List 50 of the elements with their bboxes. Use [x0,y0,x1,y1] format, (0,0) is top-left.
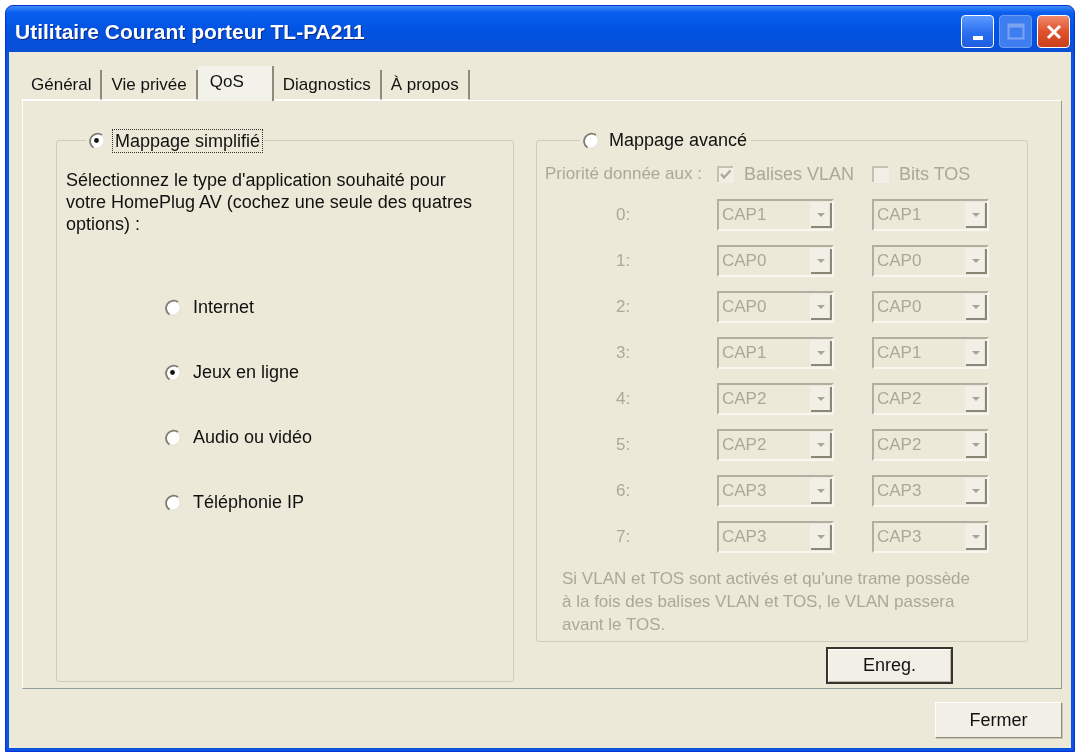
option-label[interactable]: Audio ou vidéo [193,423,313,451]
close-button[interactable] [1037,15,1070,48]
maximize-icon [1006,23,1025,40]
tab[interactable]: Diagnostics [273,70,382,100]
tab[interactable]: Général [22,70,103,100]
caret-icon [965,202,987,228]
caret-icon [810,478,832,504]
priority-level-label: 0: [616,205,631,225]
option-label[interactable]: Mappage simplifié [113,129,263,152]
radio-icon[interactable] [164,298,181,316]
caret-icon [810,294,832,320]
option-label[interactable]: Jeux en ligne [193,358,300,386]
radio-icon[interactable] [164,428,181,446]
close-dialog-button[interactable]: Fermer [935,702,1062,738]
caret-icon [810,524,832,550]
radio-icon[interactable] [164,363,181,381]
caret-icon [965,432,987,458]
radio-icon[interactable] [164,493,181,511]
radio-icon[interactable] [88,132,105,149]
minimize-icon [972,35,983,40]
option-label[interactable]: Internet [193,293,255,321]
priority-level-label: 2: [616,297,631,317]
caret-icon [965,386,987,412]
caret-icon [810,432,832,458]
caret-icon [810,340,832,366]
priority-level-label: 6: [616,481,631,501]
caret-icon [965,524,987,550]
priority-level-label: 5: [616,435,631,455]
caret-icon [810,202,832,228]
priority-level-label: 1: [616,251,631,271]
save-button[interactable]: Enreg. [826,647,953,684]
tab[interactable]: À propos [381,70,470,100]
tab[interactable]: QoS [197,66,274,101]
caret-icon [965,340,987,366]
priority-level-label: 4: [616,389,631,409]
option-label[interactable]: Téléphonie IP [193,488,305,516]
note-text: Si VLAN et TOS sont activés et qu'une trame possède à la fois des balises VLAN et TOS, le VLAN passera avant le TOS. [562,568,971,636]
window-title: Utilitaire Courant porteur TL-PA211 [15,18,365,45]
priority-label: Priorité donnée aux : [545,163,703,186]
tab[interactable]: Vie privée [102,70,198,100]
caret-icon [965,478,987,504]
priority-level-label: 3: [616,343,631,363]
caret-icon [810,248,832,274]
instructions-text: Sélectionnez le type d'application souhaité pour votre HomePlug AV (cochez une seule des quatres options) : [66,169,473,235]
minimize-button[interactable] [961,15,994,48]
priority-level-label: 7: [616,527,631,547]
close-icon [1045,23,1062,40]
caret-icon [965,294,987,320]
caret-icon [965,248,987,274]
caret-icon [810,386,832,412]
